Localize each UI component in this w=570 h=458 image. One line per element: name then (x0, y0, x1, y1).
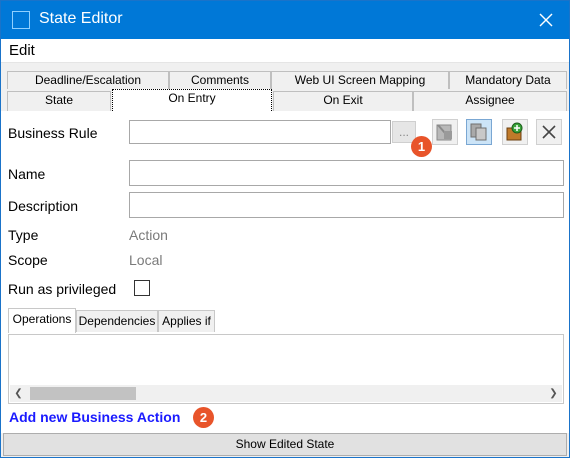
menu-bar: Edit (1, 39, 569, 63)
tab-mandatory-data[interactable]: Mandatory Data (449, 71, 567, 89)
window-title: State Editor (39, 10, 123, 27)
scope-value: Local (129, 252, 163, 268)
tab-on-exit[interactable]: On Exit (273, 91, 413, 111)
rule-delete-icon (542, 125, 556, 139)
run-as-privileged-label: Run as privileged (8, 281, 117, 297)
description-input[interactable] (129, 192, 564, 218)
menu-edit[interactable]: Edit (9, 42, 35, 59)
callout-badge-2: 2 (193, 407, 214, 428)
title-bar: State Editor (1, 1, 569, 39)
rule-copy-icon (470, 123, 487, 141)
close-icon (539, 13, 553, 27)
rule-edit-icon (436, 124, 452, 141)
rule-add-icon (506, 122, 523, 141)
rule-edit-button[interactable] (432, 119, 458, 145)
subtab-applies-if[interactable]: Applies if (158, 310, 215, 332)
description-label: Description (8, 198, 79, 214)
on-entry-panel: Business Rule ... 1 Name Description Typ… (1, 111, 569, 433)
tab-deadline-escalation[interactable]: Deadline/Escalation (7, 71, 169, 89)
tab-strip: Deadline/Escalation Comments Web UI Scre… (1, 63, 569, 111)
callout-badge-1: 1 (411, 136, 432, 157)
close-button[interactable] (523, 1, 569, 39)
subtab-operations[interactable]: Operations (8, 308, 76, 333)
tab-on-entry[interactable]: On Entry (112, 89, 272, 111)
rule-copy-button[interactable] (466, 119, 492, 145)
rule-delete-button[interactable] (536, 119, 562, 145)
tab-assignee[interactable]: Assignee (413, 91, 567, 111)
business-rule-label: Business Rule (8, 125, 98, 141)
name-label: Name (8, 166, 46, 182)
operations-list[interactable]: ❮ ❯ (8, 334, 564, 404)
rule-add-button[interactable] (502, 119, 528, 145)
window-icon (12, 11, 30, 29)
scope-label: Scope (8, 252, 48, 268)
type-label: Type (8, 227, 39, 243)
state-editor-window: State Editor Edit Deadline/Escalation Co… (0, 0, 570, 458)
scroll-right-icon[interactable]: ❯ (545, 385, 562, 402)
scroll-thumb[interactable] (30, 387, 136, 400)
horizontal-scrollbar[interactable]: ❮ ❯ (10, 385, 562, 402)
name-input[interactable] (129, 160, 564, 186)
add-new-business-action-link[interactable]: Add new Business Action (9, 409, 180, 425)
type-value: Action (129, 227, 168, 243)
tab-comments[interactable]: Comments (169, 71, 271, 89)
tab-state[interactable]: State (7, 91, 111, 111)
run-as-privileged-checkbox[interactable] (134, 280, 150, 296)
show-edited-state-button[interactable]: Show Edited State (3, 433, 567, 456)
subtab-dependencies[interactable]: Dependencies (76, 310, 158, 332)
scroll-left-icon[interactable]: ❮ (10, 385, 27, 402)
business-rule-input[interactable] (129, 120, 391, 144)
tab-web-ui-screen-mapping[interactable]: Web UI Screen Mapping (271, 71, 449, 89)
subtab-strip: Operations Dependencies Applies if (8, 308, 564, 334)
